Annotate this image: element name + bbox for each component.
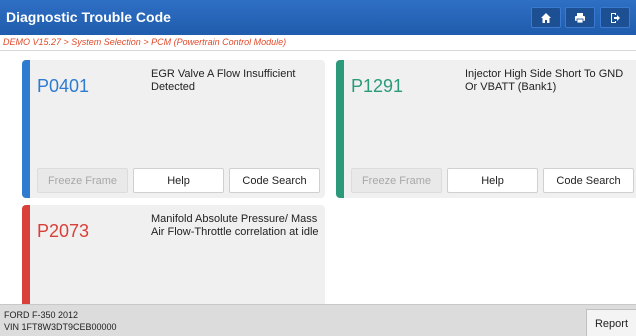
status-bar: FORD F-350 2012 VIN 1FT8W3DT9CEB00000 Re… [0, 304, 636, 336]
dtc-code: P2073 [37, 221, 90, 241]
card-accent-stripe [22, 60, 30, 198]
title-bar: Diagnostic Trouble Code [0, 0, 636, 35]
vehicle-model: FORD F-350 2012 [4, 310, 79, 320]
exit-button[interactable] [600, 7, 630, 28]
breadcrumb-text: DEMO V15.27 > System Selection > PCM (Po… [3, 37, 287, 47]
dtc-screen: Diagnostic Trouble Code DEMO V15.27 > Sy… [0, 0, 636, 336]
freeze-frame-button[interactable]: Freeze Frame [351, 168, 442, 193]
code-search-button[interactable]: Code Search [543, 168, 634, 193]
page-title: Diagnostic Trouble Code [6, 9, 171, 25]
report-button[interactable]: Report [586, 309, 636, 336]
dtc-description: Injector High Side Short To GND Or VBATT… [465, 68, 624, 93]
print-icon [575, 12, 585, 23]
vehicle-vin: VIN 1FT8W3DT9CEB00000 [4, 322, 117, 332]
card-accent-stripe [336, 60, 344, 198]
freeze-frame-button[interactable]: Freeze Frame [37, 168, 128, 193]
code-search-button[interactable]: Code Search [229, 168, 320, 193]
help-button[interactable]: Help [447, 168, 538, 193]
dtc-card: P2073 Manifold Absolute Pressure/ Mass A… [22, 205, 325, 304]
help-button[interactable]: Help [133, 168, 224, 193]
home-button[interactable] [531, 7, 561, 28]
dtc-description: Manifold Absolute Pressure/ Mass Air Flo… [151, 213, 319, 238]
print-button[interactable] [565, 7, 595, 28]
dtc-list: P0401 EGR Valve A Flow Insufficient Dete… [0, 52, 636, 304]
dtc-code: P0401 [37, 76, 90, 96]
dtc-card: P0401 EGR Valve A Flow Insufficient Dete… [22, 60, 325, 198]
home-icon [541, 12, 551, 23]
card-accent-stripe [22, 205, 30, 304]
breadcrumb: DEMO V15.27 > System Selection > PCM (Po… [0, 35, 636, 51]
vehicle-info: FORD F-350 2012 VIN 1FT8W3DT9CEB00000 [4, 309, 117, 333]
dtc-card: P1291 Injector High Side Short To GND Or… [336, 60, 636, 198]
dtc-code: P1291 [351, 76, 404, 96]
dtc-description: EGR Valve A Flow Insufficient Detected [151, 68, 296, 93]
exit-icon [611, 12, 620, 23]
